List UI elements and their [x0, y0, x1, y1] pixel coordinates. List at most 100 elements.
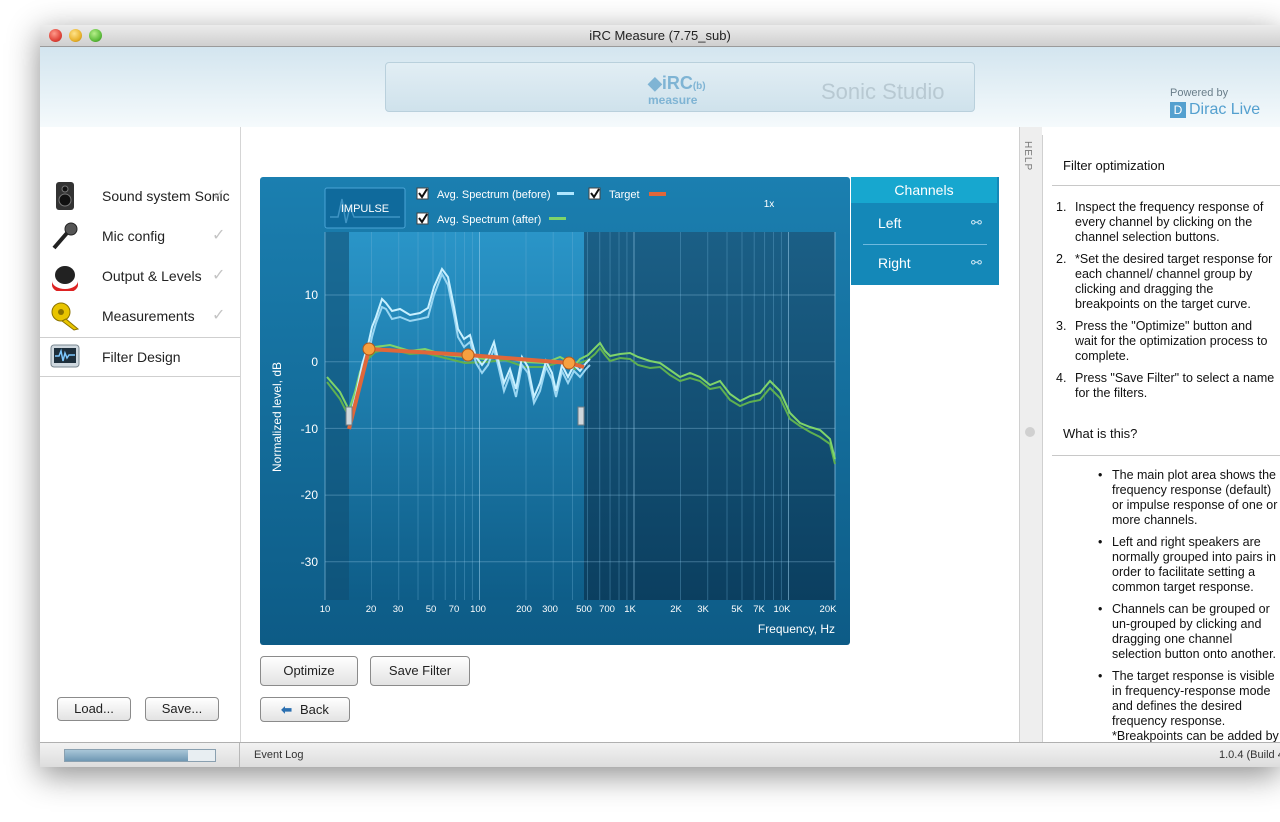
help-bullet-text: and defines the desired	[1112, 699, 1242, 713]
channel-right-button[interactable]: Right ⚯	[851, 243, 999, 283]
target-legend-label: Target	[609, 189, 640, 201]
sidebar-item-filter-design[interactable]: Filter Design	[40, 337, 240, 377]
help-step-text: *Set the desired target response for	[1075, 252, 1273, 266]
speaker-icon	[56, 182, 74, 210]
title-bar: iRC Measure (7.75_sub)	[40, 25, 1280, 47]
sidebar-item-label: Filter Design	[102, 349, 181, 365]
sidebar-item-label: Output & Levels	[102, 268, 202, 284]
before-spectrum-legend-swatch	[557, 192, 574, 195]
irc-logo: ◆iRC(b)	[648, 73, 706, 93]
help-bullet-text: selection button onto another.	[1112, 647, 1277, 661]
close-window-button[interactable]	[49, 29, 62, 42]
irc-logo-subtitle: measure	[648, 93, 698, 107]
target-legend-swatch	[649, 192, 666, 196]
save-button[interactable]: Save...	[145, 697, 219, 721]
x-axis-label: Frequency, Hz	[758, 622, 835, 636]
help-bullet-text: un-grouped by clicking and	[1112, 617, 1262, 631]
help-toggle-strip[interactable]: HELP	[1019, 127, 1043, 742]
help-panel: Filter optimization 1. Inspect the freque…	[1042, 127, 1280, 742]
help-step-text: each channel/ channel group by	[1075, 267, 1253, 281]
target-breakpoint[interactable]	[562, 356, 576, 370]
sidebar-item-label: Sound system Sonic	[102, 188, 230, 204]
bullet-icon: •	[1098, 669, 1103, 683]
x-tick-label: 10	[320, 604, 331, 615]
dirac-logo: D Dirac Live	[1170, 101, 1260, 119]
x-tick-label: 2K	[670, 604, 682, 615]
help-bullet-text: frequency response (default)	[1112, 483, 1272, 497]
x-tick-label: 3K	[697, 604, 709, 615]
product-name: Sonic Studio	[821, 79, 945, 104]
checkmark-icon: ✓	[212, 307, 226, 324]
diamond-logo-icon: ◆	[648, 73, 662, 93]
x-tick-label: 7K	[753, 604, 765, 615]
x-tick-label: 20K	[820, 604, 838, 615]
sidebar-item-mic-config[interactable]: Mic config ✓	[40, 217, 240, 255]
x-tick-label: 5K	[731, 604, 743, 615]
help-step-text: for the filters.	[1075, 386, 1148, 400]
help-step-text: complete.	[1075, 349, 1130, 363]
bullet-icon: •	[1098, 535, 1103, 549]
checkmark-icon: ✓	[212, 227, 226, 244]
load-button[interactable]: Load...	[57, 697, 131, 721]
frequency-response-plot[interactable]: 10 0 -10 -20 -30 10 20 30 50 70 100 200 …	[260, 177, 850, 645]
save-filter-button[interactable]: Save Filter	[370, 656, 470, 686]
help-step-text: Inspect the frequency response of	[1075, 200, 1264, 214]
impulse-label: IMPULSE	[341, 203, 389, 215]
link-icon: ⚯	[971, 255, 982, 270]
x-tick-label: 30	[393, 604, 404, 615]
sidebar-item-sound-system[interactable]: Sound system Sonic ✓	[40, 177, 240, 215]
help-step-text: Press the "Optimize" button and	[1075, 319, 1253, 333]
help-bullet-text: normally grouped into pairs in	[1112, 550, 1276, 564]
help-step-number: 2.	[1056, 252, 1067, 266]
high-cut-drag-handle[interactable]	[577, 406, 585, 426]
target-breakpoint[interactable]	[362, 342, 376, 356]
help-bullet-text: dragging one channel	[1112, 632, 1233, 646]
tape-measure-icon	[51, 302, 80, 331]
app-window: iRC Measure (7.75_sub) ◆iRC(b) measure S…	[40, 25, 1280, 767]
channel-left-button[interactable]: Left ⚯	[851, 203, 999, 243]
help-bullet-text: common target response.	[1112, 580, 1254, 594]
low-cut-drag-handle[interactable]	[345, 406, 353, 426]
y-tick-label: 10	[305, 288, 319, 302]
channel-label: Right	[878, 255, 911, 271]
help-bullet-text: or impulse response of one or	[1112, 498, 1278, 512]
x-tick-label: 700	[599, 604, 615, 615]
event-log-label[interactable]: Event Log	[254, 749, 304, 761]
x-tick-label: 300	[542, 604, 558, 615]
workflow-sidebar: Sound system Sonic ✓ Mic config ✓ Output…	[40, 127, 241, 742]
optimize-button[interactable]: Optimize	[260, 656, 358, 686]
y-tick-label: -30	[301, 555, 319, 569]
sidebar-item-output-levels[interactable]: Output & Levels ✓	[40, 257, 240, 295]
x-tick-labels: 10 20 30 50 70 100 200 300 500 700 1K 2K…	[320, 604, 837, 615]
sidebar-item-label: Measurements	[102, 308, 195, 324]
back-arrow-icon: ⬅	[281, 702, 292, 717]
frequency-plot-panel: 10 0 -10 -20 -30 10 20 30 50 70 100 200 …	[260, 177, 850, 645]
sidebar-item-measurements[interactable]: Measurements ✓	[40, 297, 240, 335]
high-frequency-region	[584, 232, 835, 600]
before-spectrum-legend-label: Avg. Spectrum (before)	[437, 189, 551, 201]
bullet-icon: •	[1098, 602, 1103, 616]
y-tick-labels: 10 0 -10 -20 -30	[301, 288, 319, 569]
help-step-number: 1.	[1056, 200, 1067, 214]
checkmark-icon: ✓	[212, 187, 226, 204]
x-tick-label: 50	[426, 604, 437, 615]
help-bullet-text: *Breakpoints can be added by	[1112, 729, 1279, 742]
volume-knob-icon	[52, 266, 78, 291]
version-label: 1.0.4 (Build 41	[1219, 749, 1280, 761]
help-bullet-text: Left and right speakers are	[1112, 535, 1261, 549]
help-step-text: Press "Save Filter" to select a name	[1075, 371, 1275, 385]
zoom-indicator[interactable]: 1x	[764, 199, 775, 210]
back-button[interactable]: ⬅ Back	[260, 697, 350, 722]
help-step-text: every channel by clicking on the	[1075, 215, 1253, 229]
progress-fill	[65, 750, 188, 761]
channel-label: Left	[878, 215, 902, 231]
target-breakpoint[interactable]	[461, 348, 475, 362]
minimize-window-button[interactable]	[69, 29, 82, 42]
splitter-handle[interactable]	[1025, 427, 1035, 437]
help-bullet-text: more channels.	[1112, 513, 1198, 527]
channels-panel: Channels Left ⚯ Right ⚯	[851, 177, 999, 285]
zoom-window-button[interactable]	[89, 29, 102, 42]
dirac-logo-icon: D	[1170, 101, 1186, 118]
y-tick-label: 0	[311, 355, 318, 369]
help-bullet-text: order to facilitate setting a	[1112, 565, 1256, 579]
